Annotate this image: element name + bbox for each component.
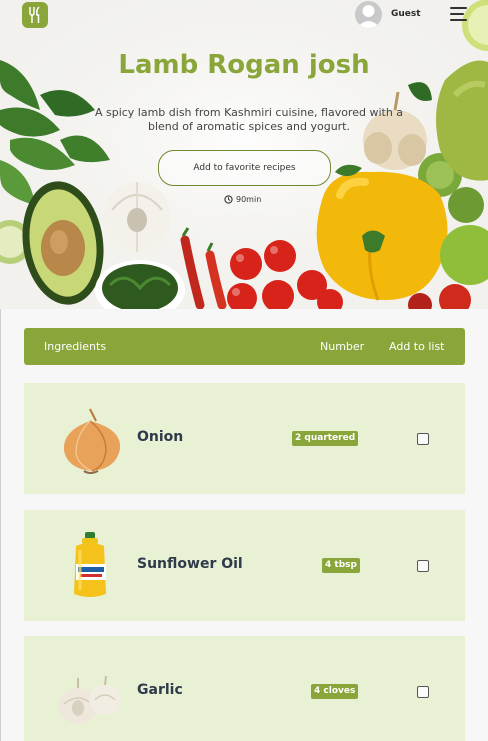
onion-image — [63, 408, 121, 474]
ingredient-name: Garlic — [137, 682, 183, 698]
add-to-favorites-button[interactable]: Add to favorite recipes — [158, 150, 331, 186]
recipe-title: Lamb Rogan josh — [118, 50, 370, 80]
cooking-time: 90min — [224, 195, 261, 204]
ingredient-row-sunflower-oil: Sunflower Oil 4 tbsp — [24, 510, 465, 621]
recipe-hero: Guest Lamb Rogan josh A spicy lamb dish … — [0, 0, 488, 309]
ingredient-quantity-badge: 4 cloves — [311, 684, 359, 699]
ingredient-quantity-badge: 2 quartered — [292, 431, 359, 446]
ingredients-table-header: Ingredients Number Add to list — [24, 328, 465, 365]
header-ingredients: Ingredients — [44, 340, 107, 353]
header-number: Number — [320, 340, 365, 353]
user-name-label: Guest — [391, 9, 421, 19]
oil-bottle-image — [74, 532, 106, 597]
avatar[interactable] — [355, 1, 382, 28]
left-border — [0, 309, 1, 741]
hamburger-menu-icon[interactable] — [450, 7, 467, 21]
ingredient-name: Onion — [137, 429, 184, 445]
header-add-to-list: Add to list — [389, 340, 445, 353]
add-to-list-checkbox[interactable] — [417, 686, 429, 698]
top-bar: Guest — [0, 0, 488, 32]
fork-knife-icon — [29, 6, 40, 23]
recipe-description: A spicy lamb dish from Kashmiri cuisine,… — [94, 106, 404, 133]
clock-icon — [224, 195, 233, 204]
logo-button[interactable] — [22, 2, 48, 28]
add-to-list-checkbox[interactable] — [417, 560, 429, 572]
ingredient-row-garlic: Garlic 4 cloves — [24, 636, 465, 741]
ingredient-quantity-badge: 4 tbsp — [322, 558, 360, 573]
ingredients-section: Ingredients Number Add to list Onion 2 q… — [0, 309, 488, 741]
garlic-image — [58, 675, 121, 724]
cooking-time-value: 90min — [236, 195, 262, 204]
ingredient-row-onion: Onion 2 quartered — [24, 383, 465, 494]
add-to-list-checkbox[interactable] — [417, 433, 429, 445]
ingredient-name: Sunflower Oil — [137, 556, 243, 572]
user-icon — [357, 5, 380, 28]
